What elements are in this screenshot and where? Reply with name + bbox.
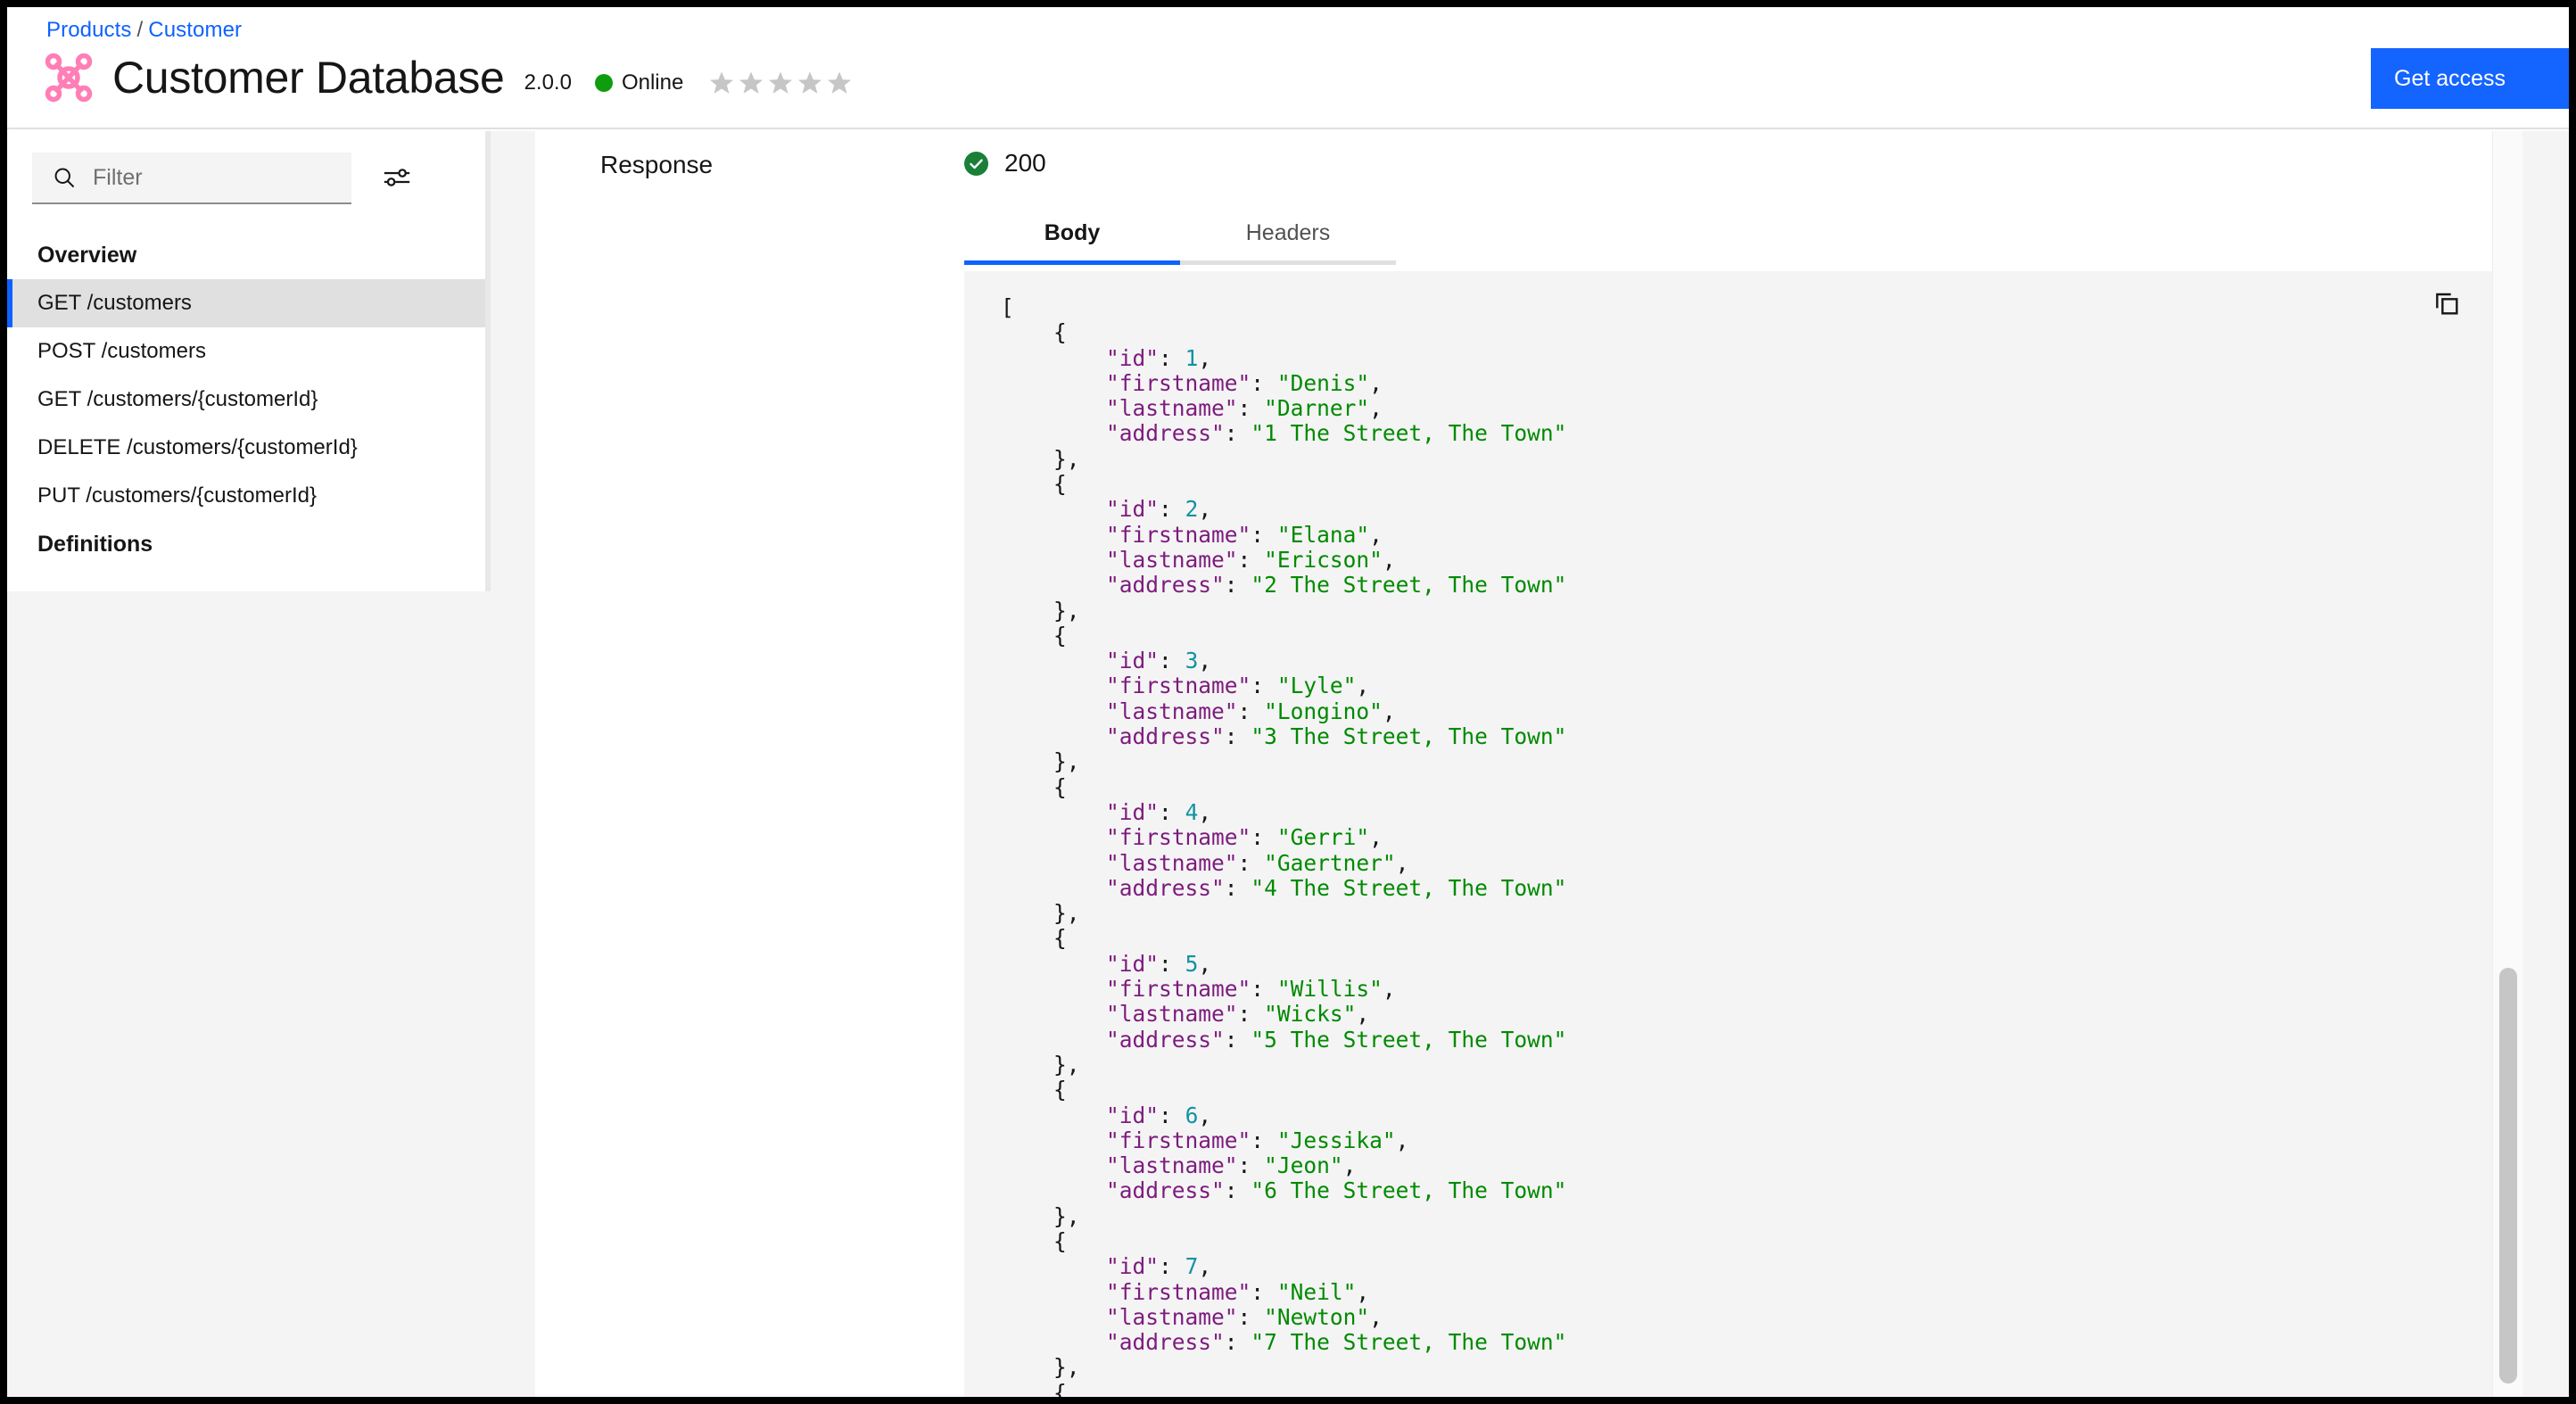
star-icon[interactable]: [708, 70, 735, 96]
content-scrollbar-thumb[interactable]: [2499, 968, 2517, 1383]
app-window: Products / Customer Customer Database 2.…: [7, 7, 2569, 1397]
response-body-code-block: [ { "id": 1, "firstname": "Denis", "last…: [964, 271, 2522, 1397]
molecule-icon: [41, 50, 96, 105]
rating-stars[interactable]: [708, 70, 853, 96]
content-scrollbar[interactable]: [2492, 131, 2522, 1397]
sidebar-search-row: [7, 131, 491, 204]
json-response-text: [ { "id": 1, "firstname": "Denis", "last…: [1001, 294, 1567, 1397]
version-label: 2.0.0: [524, 70, 572, 95]
sidebar-item-put-customer-by-id[interactable]: PUT /customers/{customerId}: [7, 472, 491, 520]
sidebar-item-delete-customer-by-id[interactable]: DELETE /customers/{customerId}: [7, 424, 491, 472]
sidebar-item-post-customers[interactable]: POST /customers: [7, 327, 491, 376]
filter-settings-button[interactable]: [376, 158, 417, 199]
copy-button[interactable]: [2426, 284, 2467, 325]
page-body: Overview GET /customers POST /customers …: [7, 131, 2569, 1397]
tab-body[interactable]: Body: [964, 211, 1180, 265]
status-label: Online: [621, 70, 684, 95]
get-access-button[interactable]: Get access: [2371, 48, 2569, 109]
sidebar-nav: Overview GET /customers POST /customers …: [7, 231, 491, 568]
star-icon[interactable]: [767, 70, 794, 96]
sidebar-item-get-customer-by-id[interactable]: GET /customers/{customerId}: [7, 376, 491, 424]
tab-headers[interactable]: Headers: [1180, 211, 1396, 265]
sidebar-scrollbar[interactable]: [485, 131, 491, 591]
sidebar: Overview GET /customers POST /customers …: [7, 131, 491, 591]
check-circle-icon: [964, 151, 988, 176]
breadcrumb: Products / Customer: [46, 18, 242, 43]
page-header: Products / Customer Customer Database 2.…: [7, 7, 2569, 129]
star-icon[interactable]: [738, 70, 764, 96]
status-code-value: 200: [1004, 149, 1046, 177]
star-icon[interactable]: [797, 70, 823, 96]
sidebar-heading-overview: Overview: [37, 243, 137, 268]
sidebar-heading-definitions: Definitions: [37, 532, 153, 557]
response-label: Response: [600, 151, 714, 178]
copy-icon: [2432, 289, 2461, 320]
response-tabs: Body Headers: [964, 211, 1396, 265]
status-code-row: 200: [964, 149, 1046, 178]
status-badge: Online: [594, 70, 684, 95]
page-title: Customer Database: [112, 53, 505, 103]
status-dot-icon: [594, 74, 613, 92]
breadcrumb-link-customer[interactable]: Customer: [148, 18, 242, 42]
breadcrumb-separator: /: [136, 18, 144, 42]
breadcrumb-link-products[interactable]: Products: [46, 18, 132, 42]
search-icon: [52, 165, 77, 190]
star-icon[interactable]: [826, 70, 853, 96]
sidebar-item-get-customers[interactable]: GET /customers: [7, 279, 491, 327]
search-input[interactable]: [93, 164, 380, 191]
content-panel: Response 200 Body Headers [{"id": 1, "…: [535, 131, 2522, 1397]
sliders-icon: [382, 162, 412, 195]
title-row: Customer Database 2.0.0 Online: [41, 50, 853, 105]
search-box[interactable]: [32, 153, 380, 204]
